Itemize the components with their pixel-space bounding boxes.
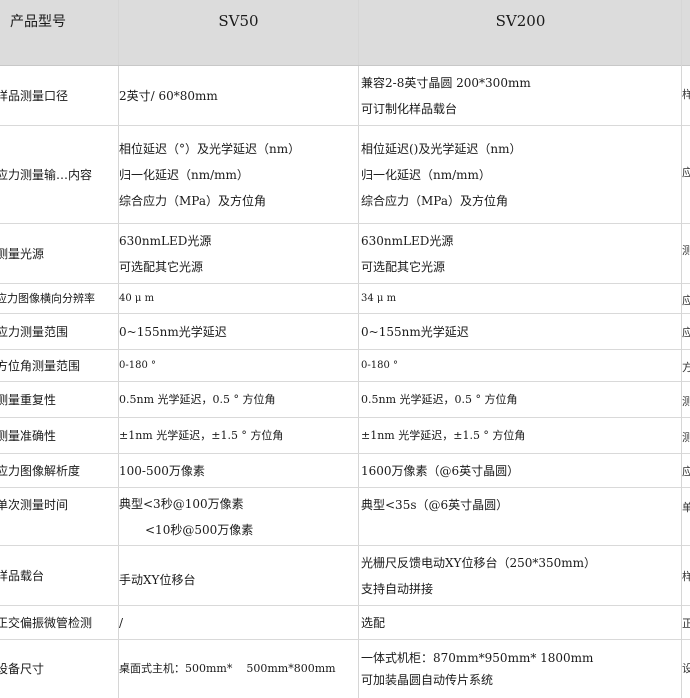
sv200-value: 34 μ m [361, 292, 397, 304]
sv200-value: 0~155nm光学延迟 [361, 324, 469, 339]
clipped-column-text: 样 [682, 570, 690, 583]
clipped-column-text: 应 [682, 166, 690, 179]
sv200-value: 0.5nm 光学延迟，0.5 ° 方位角 [361, 392, 518, 406]
sv50-value: 2英寸/ 60*80mm [119, 88, 218, 103]
sv200-value: 可选配其它光源 [361, 259, 446, 274]
sv200-value: 光栅尺反馈电动XY位移台（250*350mm） [361, 555, 597, 570]
sv200-value: 可加装晶圆自动传片系统 [361, 673, 494, 687]
table-row: 测量光源 630nmLED光源 可选配其它光源 630nmLED光源 可选配其它… [0, 224, 690, 284]
row-label: 应力测量输…内容 [0, 167, 93, 182]
sv50-value: 0-180 ° [119, 359, 157, 371]
sv50-value: / [119, 615, 124, 630]
table-row: 应力测量范围 0~155nm光学延迟 0~155nm光学延迟 应 [0, 314, 690, 350]
header-model-sv200-cell: SV200 [360, 0, 680, 65]
row-label: 方位角测量范围 [0, 358, 81, 373]
sv200-value: 630nmLED光源 [361, 233, 454, 248]
sv200-value: 一体式机柜：870mm*950mm* 1800mm [361, 651, 594, 665]
column-divider [358, 0, 359, 65]
sv200-value: 兼容2-8英寸晶圆 200*300mm [361, 75, 531, 90]
sv50-value: <10秒@500万像素 [145, 522, 254, 537]
table-row: 应力图像横向分辨率 40 μ m 34 μ m 应 [0, 284, 690, 314]
column-divider [681, 0, 682, 698]
clipped-column-text: 应 [682, 465, 690, 478]
row-label: 测量光源 [0, 246, 45, 261]
clipped-column-text: 样 [682, 88, 690, 101]
sv50-value: 桌面式主机：500mm* 500mm*800mm [119, 662, 336, 675]
sv50-value: 40 μ m [119, 292, 155, 304]
clipped-column-text: 测 [682, 395, 690, 408]
row-label: 设备尺寸 [0, 662, 45, 676]
sv200-value: 选配 [361, 615, 386, 630]
sv200-value: 1600万像素（@6英寸晶圆） [361, 463, 520, 478]
sv50-value: 典型<3秒@100万像素 [119, 496, 244, 511]
sv50-value: ±1nm 光学延迟，±1.5 ° 方位角 [119, 428, 284, 442]
sv50-value: 可选配其它光源 [119, 259, 204, 274]
clipped-column-text: 单 [682, 501, 690, 514]
sv200-value: ±1nm 光学延迟，±1.5 ° 方位角 [361, 428, 526, 442]
header-label-cell: 产品型号 [0, 0, 116, 65]
header-model-sv200: SV200 [495, 11, 546, 30]
column-divider [118, 0, 119, 65]
clipped-column-text: 设 [682, 662, 690, 675]
table-row: 应力图像解析度 100-500万像素 1600万像素（@6英寸晶圆） 应 [0, 454, 690, 488]
row-label: 样品测量口径 [0, 88, 69, 103]
row-label: 样品载台 [0, 568, 45, 583]
sv50-value: 630nmLED光源 [119, 233, 212, 248]
sv50-value: 手动XY位移台 [119, 572, 196, 587]
sv200-value: 支持自动拼接 [361, 581, 434, 596]
sv200-value: 归一化延迟（nm/mm） [361, 167, 491, 182]
table-row: 正交偏振微管检测 / 选配 正 [0, 606, 690, 640]
sv200-value: 0-180 ° [361, 359, 399, 371]
sv200-value: 可订制化样品载台 [361, 101, 458, 116]
row-label: 应力图像横向分辨率 [0, 291, 95, 305]
table-row: 样品测量口径 2英寸/ 60*80mm 兼容2-8英寸晶圆 200*300mm … [0, 66, 690, 126]
clipped-column-text: 正 [682, 617, 690, 630]
table-row: 单次测量时间 典型<3秒@100万像素 <10秒@500万像素 典型<35s（@… [0, 488, 690, 546]
sv200-value: 典型<35s（@6英寸晶圆） [361, 498, 509, 512]
table-header: 产品型号 SV50 SV200 [0, 0, 690, 66]
clipped-column-text: 应 [682, 294, 690, 307]
sv200-value: 综合应力（MPa）及方位角 [361, 193, 508, 208]
clipped-column-text: 测 [682, 431, 690, 444]
table-row: 设备尺寸 桌面式主机：500mm* 500mm*800mm 一体式机柜：870m… [0, 640, 690, 698]
table-row: 测量准确性 ±1nm 光学延迟，±1.5 ° 方位角 ±1nm 光学延迟，±1.… [0, 418, 690, 454]
sv50-value: 综合应力（MPa）及方位角 [119, 193, 266, 208]
sv50-value: 100-500万像素 [119, 463, 205, 478]
header-label: 产品型号 [10, 13, 66, 30]
table-row: 测量重复性 0.5nm 光学延迟，0.5 ° 方位角 0.5nm 光学延迟，0.… [0, 382, 690, 418]
row-label: 单次测量时间 [0, 498, 69, 512]
row-label: 应力测量范围 [0, 324, 69, 339]
table-row: 方位角测量范围 0-180 ° 0-180 ° 方 [0, 350, 690, 382]
sv200-value: 相位延迟()及光学延迟（nm） [361, 141, 522, 156]
sv50-value: 归一化延迟（nm/mm） [119, 167, 249, 182]
row-label: 测量重复性 [0, 392, 57, 407]
sv50-value: 相位延迟（°）及光学延迟（nm） [119, 141, 301, 156]
clipped-column-text: 测 [682, 244, 690, 257]
row-label: 应力图像解析度 [0, 463, 81, 478]
table-row: 样品载台 手动XY位移台 光栅尺反馈电动XY位移台（250*350mm） 支持自… [0, 546, 690, 606]
clipped-column-text: 方 [682, 361, 690, 374]
row-label: 测量准确性 [0, 428, 57, 443]
header-model-sv50: SV50 [218, 11, 259, 30]
clipped-column-text: 应 [682, 326, 690, 339]
sv50-value: 0.5nm 光学延迟，0.5 ° 方位角 [119, 392, 276, 406]
row-label: 正交偏振微管检测 [0, 615, 93, 630]
header-model-sv50-cell: SV50 [118, 0, 358, 65]
table-row: 应力测量输…内容 相位延迟（°）及光学延迟（nm） 归一化延迟（nm/mm） 综… [0, 126, 690, 224]
sv50-value: 0~155nm光学延迟 [119, 324, 227, 339]
